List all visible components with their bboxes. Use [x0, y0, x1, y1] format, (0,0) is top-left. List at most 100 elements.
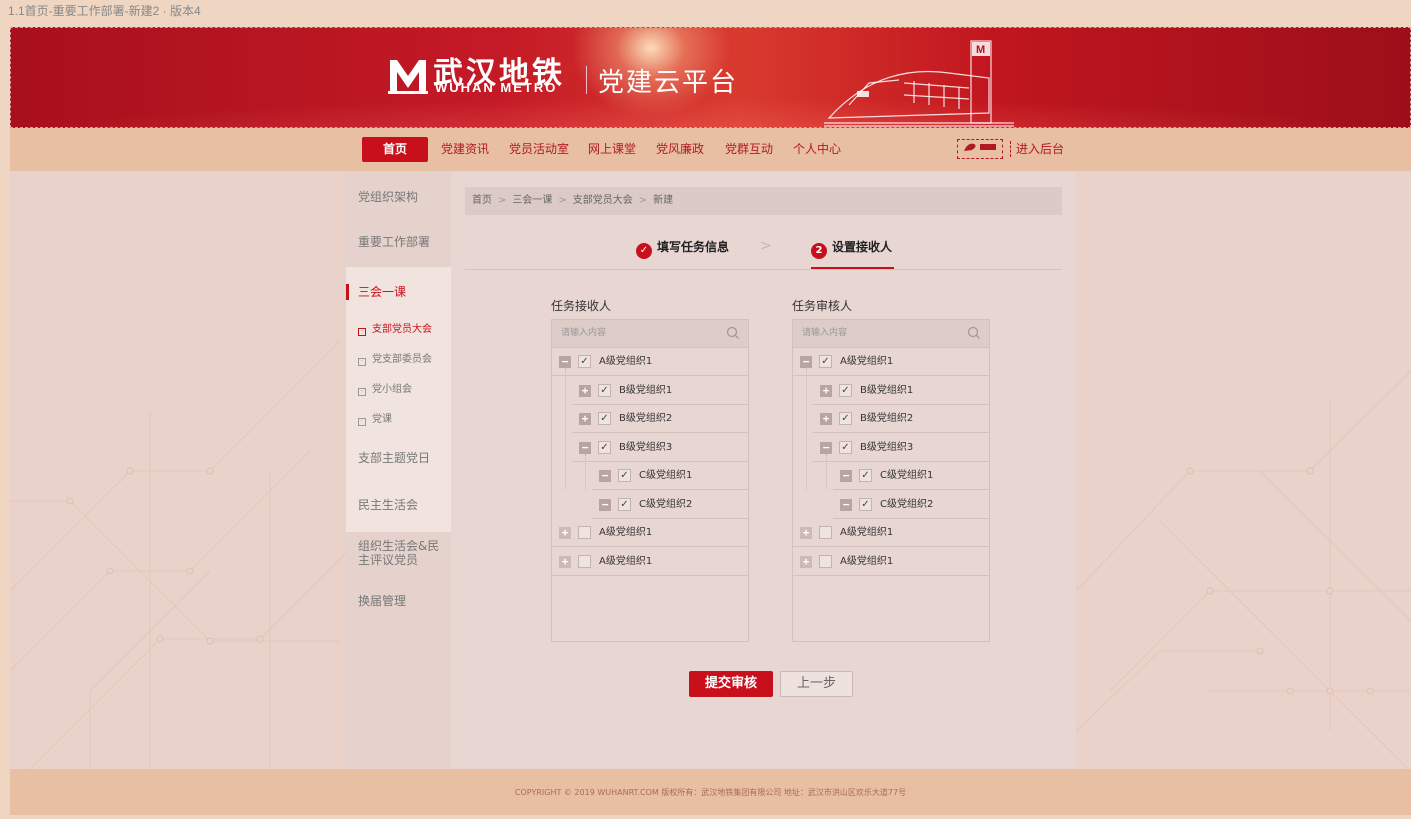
sidebar-item-org-life[interactable]: 组织生活会&民主评议党员: [358, 539, 444, 567]
platform-title: 党建云平台: [598, 68, 739, 98]
expand-icon[interactable]: +: [820, 413, 832, 425]
reviewer-tree-node[interactable]: + A级党组织1: [793, 519, 989, 547]
train-illustration-icon: M: [824, 40, 1014, 127]
receiver-search: [552, 320, 748, 348]
checkbox-unchecked[interactable]: [578, 554, 591, 568]
chevron-right-icon: >: [558, 195, 567, 206]
receiver-tree-node[interactable]: − ✓ C级党组织2: [592, 491, 748, 519]
checkbox-unchecked[interactable]: [578, 526, 591, 539]
checkbox-checked[interactable]: ✓: [839, 412, 852, 425]
collapse-icon[interactable]: −: [840, 470, 852, 482]
tree-node-label: A级党组织1: [599, 527, 653, 538]
nav-activity-room[interactable]: 党员活动室: [509, 137, 569, 162]
nav-personal-center[interactable]: 个人中心: [793, 137, 841, 162]
nav-home[interactable]: 首页: [362, 137, 428, 162]
expand-icon[interactable]: +: [579, 413, 591, 425]
search-icon[interactable]: [967, 326, 981, 340]
previous-step-button[interactable]: 上一步: [780, 671, 853, 697]
receiver-tree-node[interactable]: + ✓ B级党组织1: [572, 377, 748, 405]
breadcrumb-home[interactable]: 首页: [472, 195, 492, 206]
collapse-icon[interactable]: −: [599, 470, 611, 482]
checkbox-checked[interactable]: ✓: [819, 355, 832, 368]
expand-icon[interactable]: +: [559, 527, 571, 539]
chevron-right-icon: >: [760, 238, 772, 254]
collapse-icon[interactable]: −: [579, 441, 591, 454]
receiver-tree-node[interactable]: + ✓ B级党组织2: [572, 405, 748, 433]
active-step-underline: [811, 267, 894, 269]
collapse-icon[interactable]: −: [840, 498, 852, 511]
sidebar-item-election[interactable]: 换届管理: [358, 594, 406, 608]
receiver-tree-node[interactable]: − ✓ A级党组织1: [552, 348, 748, 376]
tree-guide-line: [585, 454, 586, 490]
checkbox-checked[interactable]: ✓: [598, 440, 611, 454]
sidebar-item-three-meetings[interactable]: 三会一课: [346, 284, 406, 300]
reviewer-tree-node[interactable]: − ✓ C级党组织1: [833, 462, 989, 490]
step-set-receiver[interactable]: 2 设置接收人: [811, 239, 892, 259]
sidebar-subitem-committee[interactable]: · 党支部委员会: [358, 354, 432, 366]
receiver-tree-node[interactable]: − ✓ B级党组织3: [572, 434, 748, 462]
expand-icon[interactable]: +: [820, 384, 832, 397]
receiver-tree-node[interactable]: + A级党组织1: [552, 519, 748, 547]
sidebar-subitem-member-meeting[interactable]: · 支部党员大会: [358, 324, 432, 336]
checkbox-checked[interactable]: ✓: [859, 497, 872, 511]
checkbox-checked[interactable]: ✓: [839, 383, 852, 397]
expand-icon[interactable]: +: [800, 555, 812, 568]
tree-node-label: B级党组织3: [860, 441, 914, 453]
tree-node-label: C级党组织2: [880, 498, 934, 510]
checkbox-checked[interactable]: ✓: [578, 355, 591, 368]
chevron-right-icon: >: [498, 195, 507, 206]
reviewer-tree-node[interactable]: − ✓ C级党组织2: [833, 491, 989, 519]
breadcrumb-member-meeting[interactable]: 支部党员大会: [573, 195, 633, 206]
sidebar-item-org-structure[interactable]: 党组织架构: [358, 190, 418, 204]
tree-node-label: C级党组织1: [880, 470, 934, 481]
reviewer-tree-node[interactable]: + ✓ B级党组织2: [813, 405, 989, 433]
sidebar-item-theme-day[interactable]: 支部主题党日: [358, 451, 430, 465]
receiver-tree-panel: −✓A级党组织1+✓B级党组织1+✓B级党组织2−✓B级党组织3−✓C级党组织1…: [551, 319, 749, 642]
expand-icon[interactable]: +: [800, 527, 812, 539]
checkbox-checked[interactable]: ✓: [598, 412, 611, 425]
receiver-tree-node[interactable]: + A级党组织1: [552, 548, 748, 576]
search-icon[interactable]: [726, 326, 740, 340]
checkbox-checked[interactable]: ✓: [839, 440, 852, 454]
receiver-tree-node[interactable]: − ✓ C级党组织1: [592, 462, 748, 490]
tree-node-label: B级党组织2: [619, 413, 673, 424]
nav-interaction[interactable]: 党群互动: [725, 137, 773, 162]
reviewer-tree-node[interactable]: + ✓ B级党组织1: [813, 377, 989, 405]
sidebar-item-democratic-life[interactable]: 民主生活会: [358, 498, 418, 512]
reviewer-tree-node[interactable]: − ✓ B级党组织3: [813, 434, 989, 462]
reviewer-tree-node[interactable]: + A级党组织1: [793, 548, 989, 576]
receiver-search-input[interactable]: [552, 320, 712, 346]
reviewer-search: [793, 320, 989, 348]
nav-news[interactable]: 党建资讯: [441, 137, 489, 162]
breadcrumb-three-meetings[interactable]: 三会一课: [512, 195, 552, 206]
step-fill-info[interactable]: ✓ 填写任务信息: [636, 239, 729, 259]
expand-icon[interactable]: +: [579, 384, 591, 397]
sidebar-item-work-deployment[interactable]: 重要工作部署: [358, 235, 430, 249]
enter-backend-link[interactable]: 进入后台: [1016, 137, 1064, 162]
nav-integrity[interactable]: 党风廉政: [656, 137, 704, 162]
checkbox-checked[interactable]: ✓: [598, 383, 611, 397]
nav-online-class[interactable]: 网上课堂: [588, 137, 636, 162]
checkbox-unchecked[interactable]: [819, 526, 832, 539]
reviewer-panel-title: 任务审核人: [792, 299, 853, 313]
checkbox-checked[interactable]: ✓: [618, 497, 631, 511]
tree-node-label: C级党组织1: [639, 470, 693, 481]
tree-guide-line: [565, 368, 566, 490]
step-indicator: ✓ 填写任务信息 > 2 设置接收人: [465, 231, 1062, 270]
sidebar-subitem-group-meeting[interactable]: · 党小组会: [358, 384, 412, 396]
checkbox-unchecked[interactable]: [819, 554, 832, 568]
expand-icon[interactable]: +: [559, 555, 571, 568]
collapse-icon[interactable]: −: [820, 441, 832, 454]
collapse-icon[interactable]: −: [800, 356, 812, 368]
tree-node-label: A级党组织1: [840, 527, 894, 538]
reviewer-search-input[interactable]: [793, 320, 953, 346]
tree-node-label: A级党组织1: [599, 555, 653, 567]
collapse-icon[interactable]: −: [559, 356, 571, 368]
submit-review-button[interactable]: 提交审核: [689, 671, 773, 697]
sidebar-subitem-party-lecture[interactable]: · 党课: [358, 414, 392, 426]
checkbox-checked[interactable]: ✓: [859, 469, 872, 482]
reviewer-tree-node[interactable]: − ✓ A级党组织1: [793, 348, 989, 376]
main-content: 首页 > 三会一课 > 支部党员大会 > 新建 ✓ 填写任务信息 > 2 设置接收人 任务接收人…: [451, 171, 1076, 769]
checkbox-checked[interactable]: ✓: [618, 469, 631, 482]
collapse-icon[interactable]: −: [599, 498, 611, 511]
